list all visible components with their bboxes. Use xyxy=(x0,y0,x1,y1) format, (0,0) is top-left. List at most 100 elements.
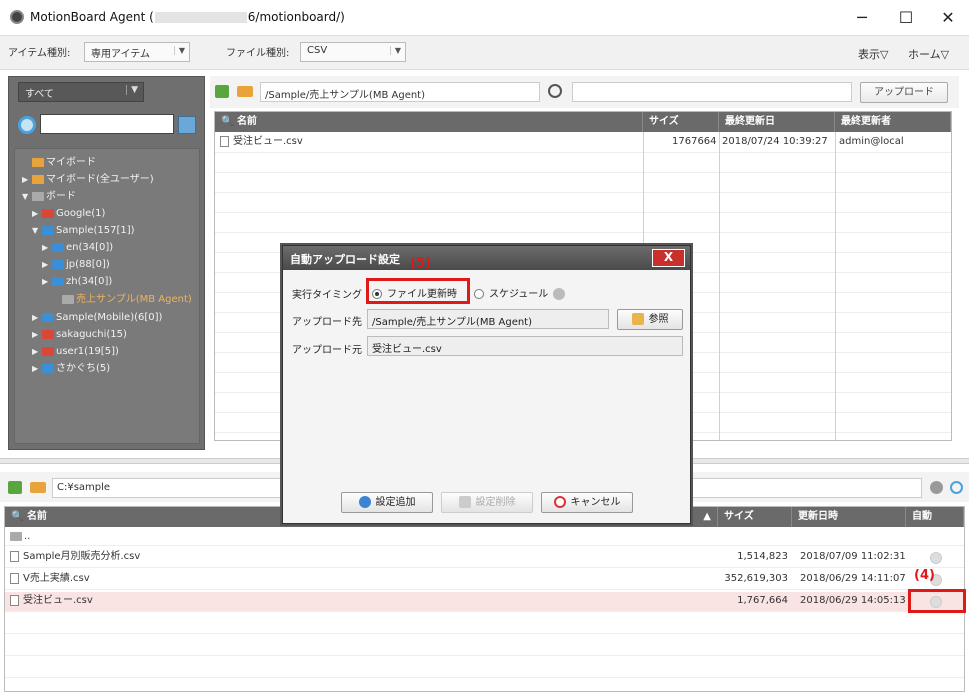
view-menu[interactable]: 表示▽ xyxy=(858,46,888,62)
radio-schedule[interactable]: スケジュール xyxy=(474,285,566,300)
tree-item[interactable]: ▼ ボード xyxy=(22,189,76,205)
tree-item[interactable]: ▶ Sample(Mobile)(6[0]) xyxy=(32,310,162,326)
expand-icon[interactable]: ▶ xyxy=(32,327,42,343)
expand-icon[interactable]: ▶ xyxy=(42,257,52,273)
server-path-input[interactable]: /Sample/売上サンプル(MB Agent) xyxy=(260,82,540,102)
minimize-button[interactable]: ─ xyxy=(842,6,882,30)
document-icon xyxy=(220,135,229,147)
folder-browse-icon xyxy=(631,313,644,325)
dialog-close-button[interactable]: X xyxy=(652,249,685,267)
home-menu[interactable]: ホーム▽ xyxy=(908,46,949,62)
search-options-button[interactable] xyxy=(178,116,196,134)
delete-setting-button[interactable]: 設定削除 xyxy=(441,492,533,513)
collapse-icon[interactable]: ▼ xyxy=(32,223,42,239)
timing-label: 実行タイミング xyxy=(292,290,362,301)
upload-button[interactable]: アップロード xyxy=(860,82,948,103)
grid-row-line xyxy=(215,212,951,213)
gear-icon[interactable] xyxy=(930,481,943,494)
local-file-size: 352,619,303 xyxy=(724,573,788,584)
tree-item[interactable]: ▶ zh(34[0]) xyxy=(42,274,112,290)
col-header-updated[interactable]: 最終更新日 xyxy=(719,112,835,132)
server-file-updated: 2018/07/24 10:39:27 xyxy=(722,136,828,147)
cancel-button[interactable]: キャンセル xyxy=(541,492,633,513)
tree-item-label: Google(1) xyxy=(56,208,106,219)
col-header-size[interactable]: サイズ xyxy=(643,112,719,132)
search-icon xyxy=(18,116,36,134)
back-icon[interactable] xyxy=(8,481,22,494)
tree-item[interactable]: ▶ user1(19[5]) xyxy=(32,344,119,360)
board-search-input[interactable] xyxy=(40,114,174,134)
item-type-label: アイテム種別: xyxy=(8,48,71,59)
expand-icon[interactable]: ▶ xyxy=(22,172,32,188)
local-file-updated: 2018/07/09 11:02:31 xyxy=(800,551,906,562)
col-header-auto[interactable]: 自動 xyxy=(906,507,964,527)
chevron-down-icon: ▼ xyxy=(389,46,401,55)
expand-icon[interactable]: ▶ xyxy=(32,361,42,377)
tree-item[interactable]: ▶ マイボード(全ユーザー) xyxy=(22,172,154,188)
tree-item[interactable]: ▶ sakaguchi(15) xyxy=(32,327,127,343)
folder-icon xyxy=(62,294,74,304)
col-header-updater[interactable]: 最終更新者 xyxy=(835,112,951,132)
back-icon[interactable] xyxy=(215,85,229,98)
tree-item[interactable]: ▶ さかぐち(5) xyxy=(32,361,110,377)
folder-icon xyxy=(52,276,64,286)
local-file-size: 1,514,823 xyxy=(737,551,788,562)
local-file-name[interactable]: 受注ビュー.csv xyxy=(10,591,93,611)
tree-item-label: user1(19[5]) xyxy=(56,346,119,357)
chevron-down-icon: ▼ xyxy=(173,46,185,55)
folder-icon[interactable] xyxy=(30,482,46,493)
tree-item[interactable]: ▶ Google(1) xyxy=(32,206,105,222)
tree-item[interactable]: ▶ en(34[0]) xyxy=(42,240,113,256)
local-file-updated: 2018/06/29 14:11:07 xyxy=(800,573,906,584)
tree-item-label: マイボード(全ユーザー) xyxy=(46,174,154,185)
board-filter-select[interactable]: すべて ▼ xyxy=(18,82,144,102)
tree-item[interactable]: 売上サンプル(MB Agent) xyxy=(52,292,192,308)
col-header-name[interactable]: 🔍 名前 xyxy=(215,112,643,132)
search-icon xyxy=(548,84,562,98)
maximize-button[interactable]: ☐ xyxy=(886,6,926,30)
annotation-4: (4) xyxy=(914,568,935,583)
folder-icon xyxy=(42,208,54,218)
folder-icon xyxy=(32,174,44,184)
auto-upload-toggle[interactable] xyxy=(930,552,942,564)
expand-icon[interactable]: ▶ xyxy=(42,274,52,290)
tree-item-label: Sample(Mobile)(6[0]) xyxy=(56,312,163,323)
grid-row-line xyxy=(215,232,951,233)
folder-icon xyxy=(42,346,54,356)
folder-icon xyxy=(42,312,54,322)
tree-item[interactable]: マイボード xyxy=(22,155,96,171)
tree-item-label: さかぐち(5) xyxy=(56,363,111,374)
local-file-size: 1,767,664 xyxy=(737,595,788,606)
local-file-name[interactable]: Sample月別販売分析.csv xyxy=(10,547,140,567)
upload-destination-field[interactable]: /Sample/売上サンプル(MB Agent) xyxy=(367,309,609,329)
dest-label: アップロード先 xyxy=(292,317,362,328)
grid-row-line xyxy=(5,545,964,546)
add-setting-button[interactable]: 設定追加 xyxy=(341,492,433,513)
tree-item-label: jp(88[0]) xyxy=(66,259,110,270)
file-type-select[interactable]: CSV ▼ xyxy=(300,42,406,62)
tree-item[interactable]: ▼ Sample(157[1]) xyxy=(32,223,135,239)
gear-icon[interactable] xyxy=(553,288,566,300)
col-header-size[interactable]: サイズ xyxy=(718,507,792,527)
expand-icon[interactable]: ▶ xyxy=(32,206,42,222)
radio-unchecked-icon xyxy=(474,289,484,299)
browse-button[interactable]: 参照 xyxy=(617,309,683,330)
col-header-updated[interactable]: 更新日時 xyxy=(792,507,906,527)
expand-icon[interactable]: ▶ xyxy=(42,240,52,256)
expand-icon[interactable]: ▶ xyxy=(32,310,42,326)
folder-icon[interactable] xyxy=(237,86,253,97)
folder-icon xyxy=(32,191,44,201)
refresh-icon[interactable] xyxy=(950,481,963,494)
folder-icon xyxy=(42,225,54,235)
expand-icon[interactable]: ▶ xyxy=(32,344,42,360)
collapse-icon[interactable]: ▼ xyxy=(22,189,32,205)
server-file-name[interactable]: 受注ビュー.csv xyxy=(220,132,303,152)
item-type-select[interactable]: 専用アイテム ▼ xyxy=(84,42,190,62)
server-file-search-input[interactable] xyxy=(572,82,852,102)
close-button[interactable]: ✕ xyxy=(928,6,968,30)
upload-source-field[interactable]: 受注ビュー.csv xyxy=(367,336,683,356)
tree-item[interactable]: ▶ jp(88[0]) xyxy=(42,257,110,273)
parent-folder-row[interactable]: .. xyxy=(10,527,30,547)
local-file-name[interactable]: V売上実績.csv xyxy=(10,569,90,589)
server-file-updater: admin@local xyxy=(839,136,904,147)
